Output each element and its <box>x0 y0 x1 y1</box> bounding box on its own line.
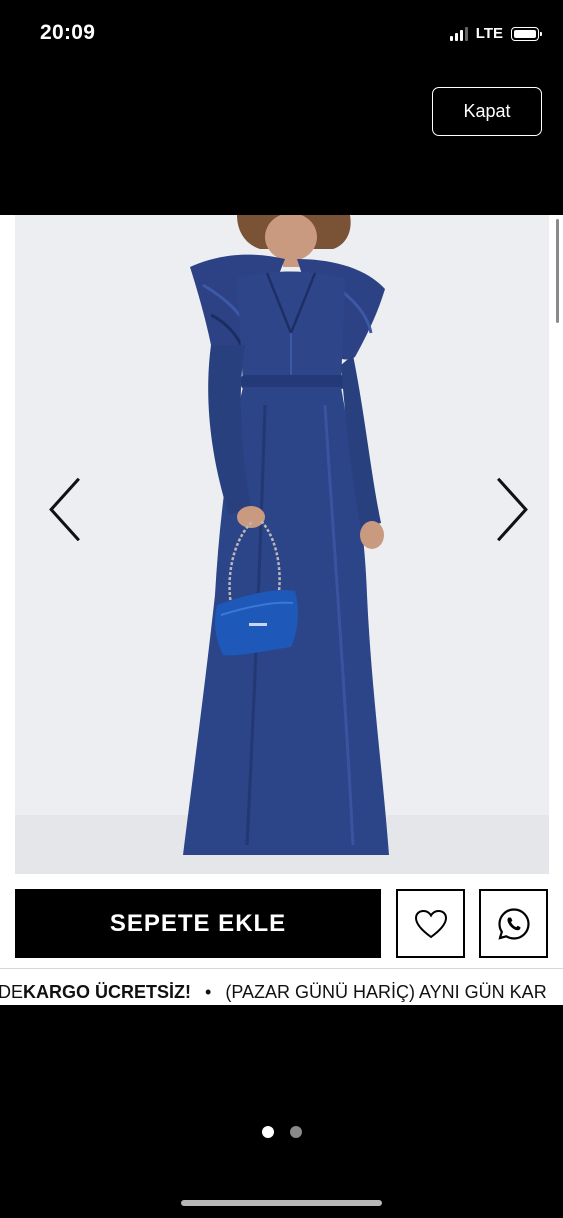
shipping-marquee: DE KARGO ÜCRETSİZ! • (PAZAR GÜNÜ HARİÇ) … <box>0 980 563 1005</box>
whatsapp-button[interactable] <box>479 889 548 958</box>
status-time: 20:09 <box>40 21 96 44</box>
page-dot[interactable] <box>289 1126 302 1138</box>
status-indicators: LTE <box>449 25 542 42</box>
signal-icon <box>449 26 468 41</box>
status-bar: 20:09 LTE <box>0 0 563 70</box>
marquee-text-1: DE <box>0 982 24 1002</box>
divider <box>0 968 563 969</box>
favorite-button[interactable] <box>396 889 465 958</box>
add-to-cart-button[interactable]: SEPETE EKLE <box>15 889 381 958</box>
home-indicator[interactable] <box>181 1200 382 1206</box>
marquee-text-2: KARGO ÜCRETSİZ! <box>23 982 192 1002</box>
scroll-indicator[interactable] <box>556 219 559 323</box>
previous-image-arrow[interactable] <box>45 477 85 541</box>
close-button[interactable]: Kapat <box>432 87 542 136</box>
product-image[interactable] <box>15 215 549 874</box>
chevron-right-icon <box>497 477 528 541</box>
next-image-arrow[interactable] <box>492 477 532 541</box>
marquee-text-3: (PAZAR GÜNÜ HARİÇ) AYNI GÜN KAR <box>225 982 547 1002</box>
whatsapp-icon <box>497 907 530 940</box>
chevron-left-icon <box>49 477 80 541</box>
page-indicator[interactable] <box>0 1126 563 1138</box>
network-type: LTE <box>475 25 503 42</box>
action-row: SEPETE EKLE <box>0 889 563 959</box>
heart-icon <box>414 909 447 938</box>
web-view[interactable]: SEPETE EKLE DE KARGO ÜCRETSİZ! • (PAZAR … <box>0 215 563 1005</box>
page-dot-active[interactable] <box>261 1126 274 1138</box>
battery-icon <box>511 26 542 41</box>
marquee-separator: • <box>205 982 212 1002</box>
